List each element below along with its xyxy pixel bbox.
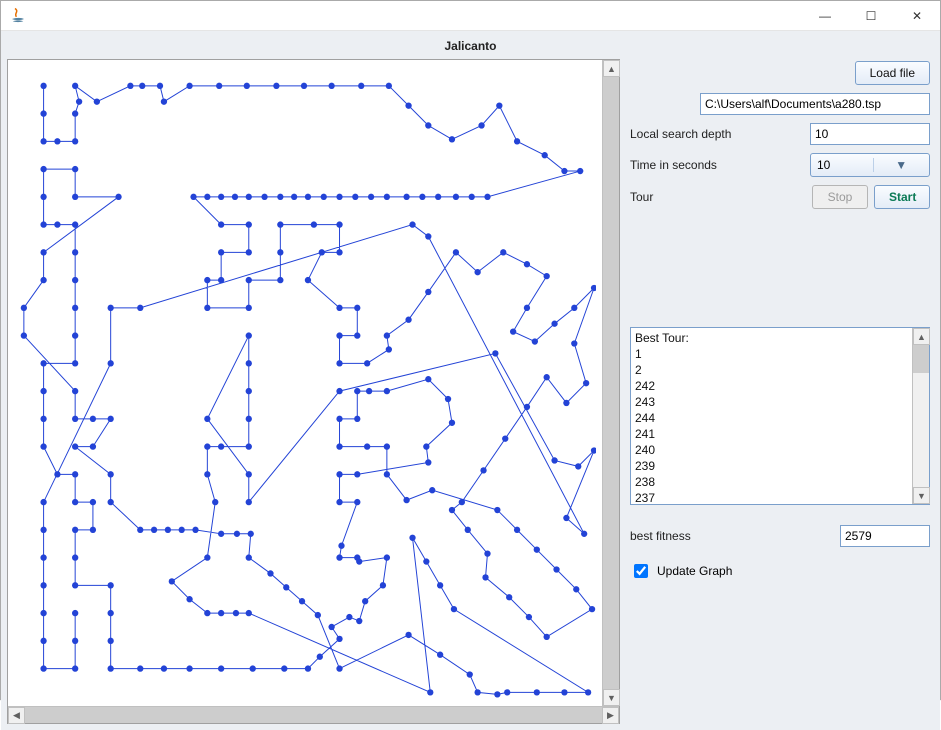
time-label: Time in seconds	[630, 158, 810, 172]
chevron-right-icon: ▶	[607, 710, 614, 721]
maximize-button[interactable]: ☐	[848, 1, 894, 31]
close-button[interactable]: ✕	[894, 1, 940, 31]
chevron-down-icon: ▼	[917, 491, 926, 501]
search-depth-row: Local search depth	[630, 123, 930, 145]
scroll-right-button[interactable]: ▶	[602, 707, 619, 724]
scroll-left-button[interactable]: ◀	[8, 707, 25, 724]
start-button[interactable]: Start	[874, 185, 930, 209]
list-scroll-down[interactable]: ▼	[913, 487, 930, 504]
minimize-icon: —	[819, 9, 831, 23]
app-title: Jalicanto	[7, 35, 934, 59]
time-dropdown[interactable]: 10 ▼	[810, 153, 930, 177]
search-depth-field[interactable]	[810, 123, 930, 145]
hscroll-track[interactable]	[25, 707, 602, 723]
maximize-icon: ☐	[866, 9, 877, 23]
time-row: Time in seconds 10 ▼	[630, 153, 930, 177]
fitness-label: best fitness	[630, 529, 840, 543]
time-dropdown-value: 10	[817, 158, 873, 172]
tour-label: Tour	[630, 190, 812, 204]
fitness-field[interactable]	[840, 525, 930, 547]
file-path-field[interactable]	[700, 93, 930, 115]
tour-listbox[interactable]: Best Tour:12242243244241240239238237 ▲ ▼	[630, 327, 930, 505]
close-icon: ✕	[912, 9, 922, 23]
list-vscroll-thumb[interactable]	[913, 345, 929, 373]
minimize-button[interactable]: —	[802, 1, 848, 31]
chevron-up-icon: ▲	[917, 332, 926, 342]
chevron-left-icon: ◀	[13, 710, 20, 721]
tsp-graph	[14, 66, 596, 700]
hscroll-thumb[interactable]	[25, 707, 602, 723]
update-graph-label: Update Graph	[657, 564, 732, 578]
search-depth-label: Local search depth	[630, 127, 810, 141]
graph-panel: ▲ ▼ ◀ ▶	[7, 59, 620, 724]
tour-list-vscroll[interactable]: ▲ ▼	[912, 328, 929, 504]
main-row: ▲ ▼ ◀ ▶ Load file	[7, 59, 934, 724]
tour-row: Tour Stop Start	[630, 185, 930, 209]
vscroll-track[interactable]	[603, 77, 619, 689]
graph-hscroll[interactable]: ◀ ▶	[8, 706, 619, 723]
tour-listbox-items: Best Tour:12242243244241240239238237	[631, 328, 912, 504]
app-window: — ☐ ✕ Jalicanto ▲ ▼	[0, 0, 941, 700]
graph-vscroll[interactable]: ▲ ▼	[602, 60, 619, 706]
dropdown-icon: ▼	[873, 158, 930, 172]
client-area: Jalicanto ▲ ▼	[1, 31, 940, 730]
vscroll-thumb[interactable]	[603, 77, 619, 689]
fitness-row: best fitness	[630, 525, 930, 547]
titlebar: — ☐ ✕	[1, 1, 940, 31]
graph-canvas	[8, 60, 602, 706]
list-scroll-up[interactable]: ▲	[913, 328, 930, 345]
update-graph-checkbox[interactable]	[634, 564, 648, 578]
scroll-up-button[interactable]: ▲	[603, 60, 620, 77]
side-panel: Load file Local search depth Time in sec…	[626, 59, 934, 724]
graph-scroll: ▲ ▼	[8, 60, 619, 706]
stop-button[interactable]: Stop	[812, 185, 868, 209]
load-file-button[interactable]: Load file	[855, 61, 930, 85]
update-graph-row: Update Graph	[630, 561, 930, 581]
list-vscroll-track[interactable]	[913, 373, 929, 487]
scroll-down-button[interactable]: ▼	[603, 689, 620, 706]
java-icon	[9, 7, 27, 25]
file-path-row	[630, 93, 930, 115]
chevron-up-icon: ▲	[607, 64, 616, 74]
load-file-row: Load file	[630, 61, 930, 85]
chevron-down-icon: ▼	[607, 693, 616, 703]
